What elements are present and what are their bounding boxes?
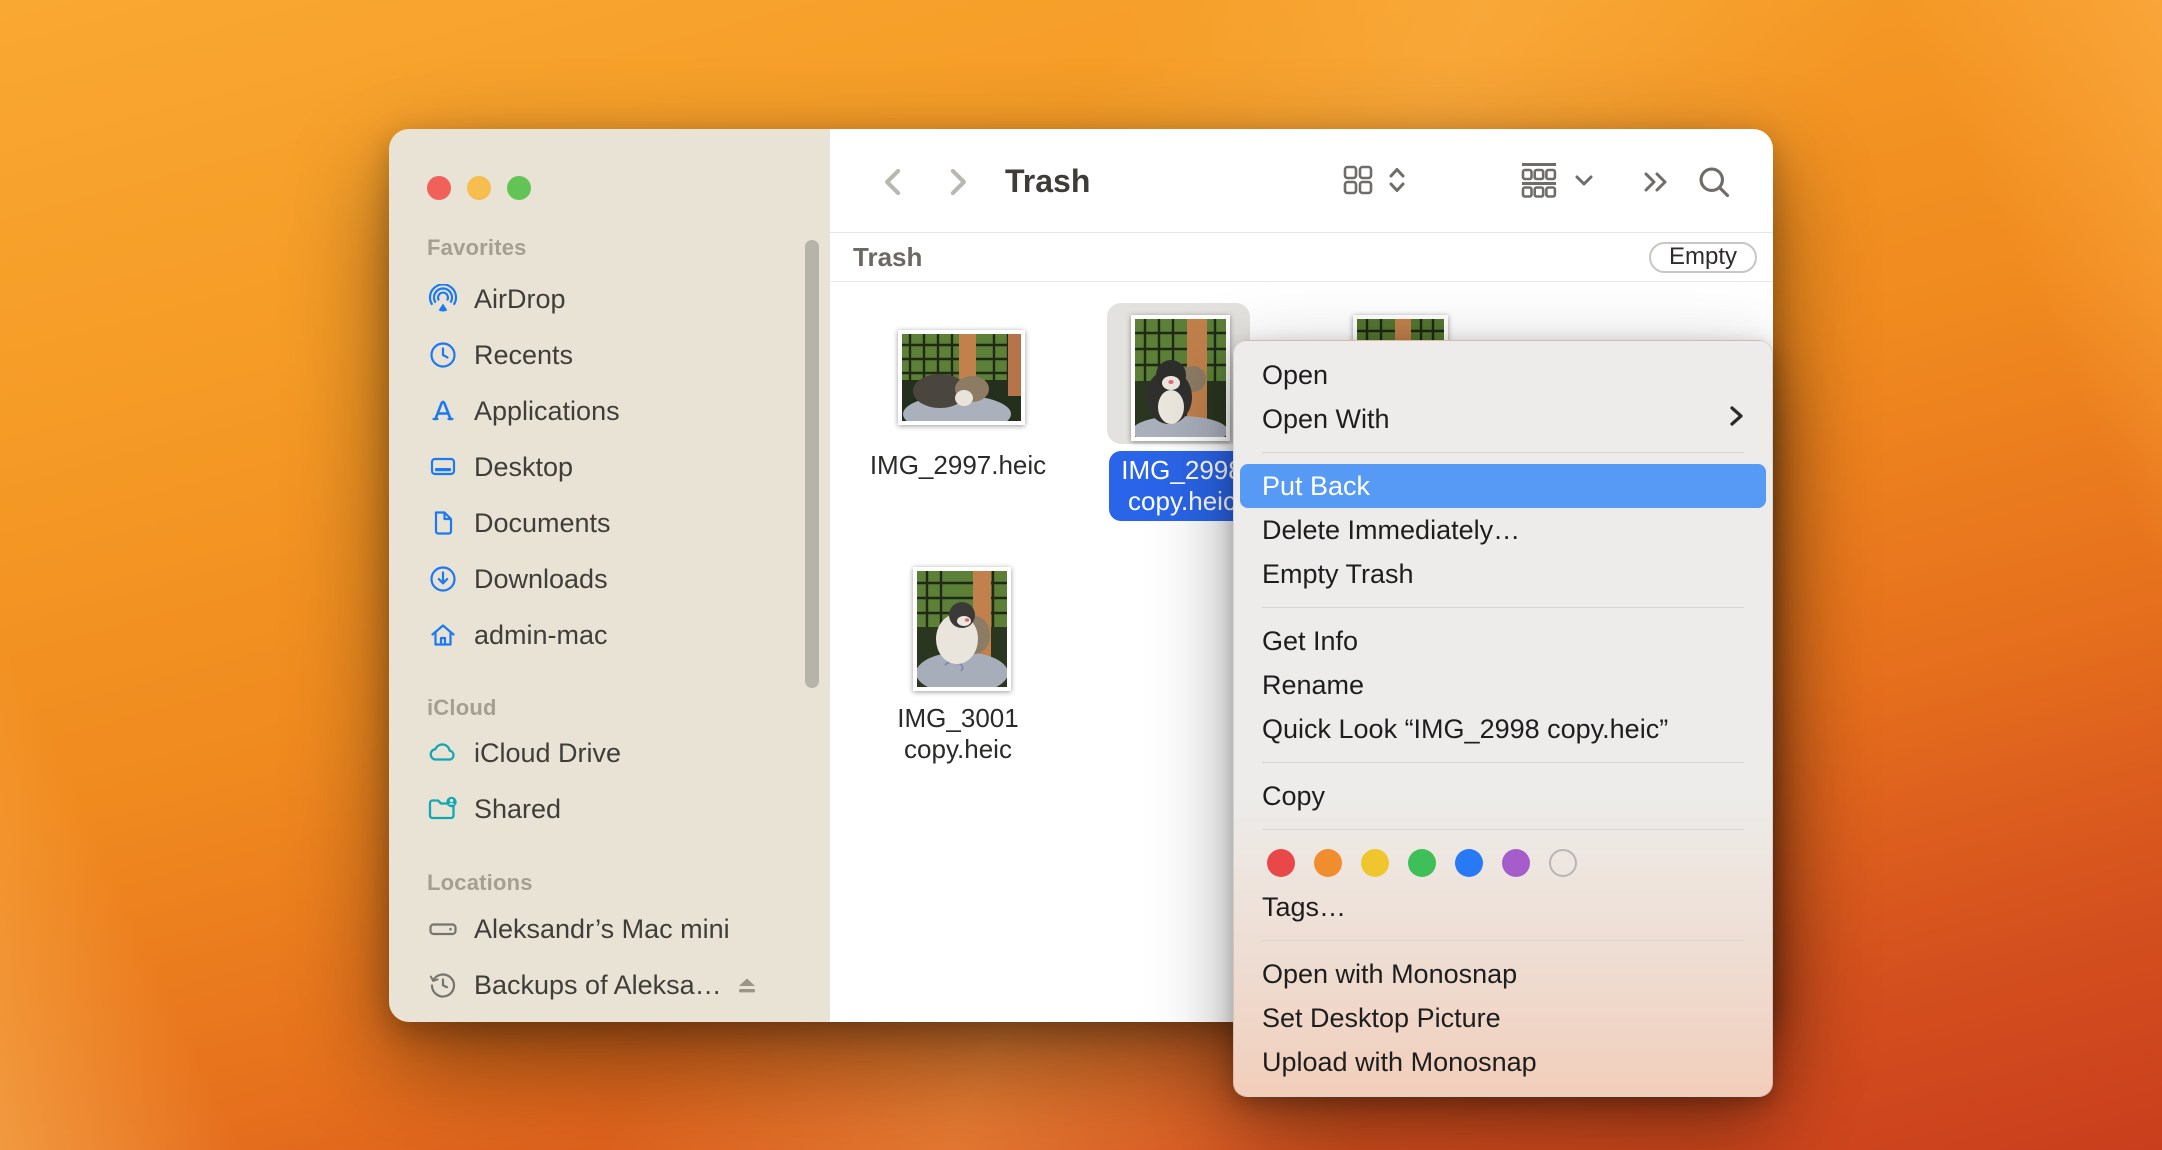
icloud-icon (427, 738, 459, 768)
file-label-line1: IMG_3001 (897, 703, 1019, 733)
tag-green-icon[interactable] (1408, 849, 1436, 877)
sidebar-section-locations: Locations (427, 870, 533, 895)
sidebar-item-applications[interactable]: Applications (389, 383, 830, 439)
sidebar-item-label: Desktop (474, 451, 574, 482)
menu-item-tags[interactable]: Tags… (1234, 885, 1772, 929)
chevron-down-icon (1573, 169, 1595, 196)
tag-purple-icon[interactable] (1502, 849, 1530, 877)
sidebar-item-label: Downloads (474, 563, 608, 594)
sidebar-item-label: AirDrop (474, 283, 566, 314)
menu-item-open-with-monosnap[interactable]: Open with Monosnap (1234, 952, 1772, 996)
group-by-control[interactable] (1518, 161, 1595, 204)
menu-separator (1262, 762, 1744, 763)
downloads-icon (427, 564, 459, 594)
menu-item-copy[interactable]: Copy (1234, 774, 1772, 818)
section-header: Trash Empty (830, 233, 1773, 282)
tag-color-row (1234, 841, 1772, 885)
menu-item-set-desktop-picture[interactable]: Set Desktop Picture (1234, 996, 1772, 1040)
sidebar-item-admin-mac[interactable]: admin-mac (389, 607, 830, 663)
menu-item-open[interactable]: Open (1234, 353, 1772, 397)
menu-item-delete-immediately[interactable]: Delete Immediately… (1234, 508, 1772, 552)
sidebar-item-label: Backups of Aleksa… (474, 969, 722, 1000)
view-mode-control[interactable] (1342, 163, 1407, 201)
sidebar-item-label: Documents (474, 507, 611, 538)
submenu-chevron-icon (1729, 397, 1744, 441)
file-thumbnail-img-2997[interactable] (898, 330, 1025, 425)
menu-separator (1262, 940, 1744, 941)
tag-orange-icon[interactable] (1314, 849, 1342, 877)
tag-none-icon[interactable] (1549, 849, 1577, 877)
file-thumbnail-img-2998-copy[interactable] (1131, 315, 1230, 441)
sidebar-scrollbar[interactable] (805, 240, 819, 688)
sidebar-item-recents[interactable]: Recents (389, 327, 830, 383)
menu-separator (1262, 829, 1744, 830)
group-by-icon (1518, 161, 1560, 204)
sidebar: Favorites AirDrop Recents Applications D… (389, 129, 830, 1022)
recents-clock-icon (427, 340, 459, 370)
menu-item-open-with[interactable]: Open With (1234, 397, 1772, 441)
backup-clock-icon (427, 970, 459, 1000)
sidebar-item-backups[interactable]: Backups of Aleksa… (389, 957, 830, 1013)
applications-icon (427, 396, 459, 426)
eject-icon[interactable] (732, 971, 762, 1006)
tag-blue-icon[interactable] (1455, 849, 1483, 877)
documents-icon (427, 508, 459, 538)
airdrop-icon (427, 284, 459, 314)
home-icon (427, 620, 459, 650)
sidebar-item-airdrop[interactable]: AirDrop (389, 271, 830, 327)
forward-button[interactable] (939, 163, 975, 201)
sidebar-item-desktop[interactable]: Desktop (389, 439, 830, 495)
sidebar-item-downloads[interactable]: Downloads (389, 551, 830, 607)
sidebar-item-label: iCloud Drive (474, 737, 622, 768)
back-button[interactable] (876, 163, 912, 201)
section-title: Trash (853, 241, 923, 272)
view-mode-stepper-icon (1387, 165, 1407, 200)
sidebar-item-label: Aleksandr’s Mac mini (474, 913, 730, 944)
more-toolbar-items-button[interactable] (1640, 163, 1672, 201)
sidebar-item-label: Shared (474, 793, 562, 824)
sidebar-item-shared[interactable]: Shared (389, 781, 830, 837)
menu-separator (1262, 452, 1744, 453)
tag-red-icon[interactable] (1267, 849, 1295, 877)
menu-separator (1262, 607, 1744, 608)
search-icon[interactable] (1696, 163, 1732, 201)
menu-item-put-back[interactable]: Put Back (1240, 464, 1766, 508)
desktop: Favorites AirDrop Recents Applications D… (0, 0, 2162, 1150)
menu-item-get-info[interactable]: Get Info (1234, 619, 1772, 663)
menu-item-rename[interactable]: Rename (1234, 663, 1772, 707)
menu-item-upload-with-monosnap[interactable]: Upload with Monosnap (1234, 1040, 1772, 1084)
mac-mini-icon (427, 914, 459, 944)
menu-item-empty-trash[interactable]: Empty Trash (1234, 552, 1772, 596)
shared-folder-icon (427, 794, 459, 824)
sidebar-item-documents[interactable]: Documents (389, 495, 830, 551)
file-label-img-2997[interactable]: IMG_2997.heic (830, 450, 1086, 481)
file-thumbnail-img-3001-copy[interactable] (913, 567, 1011, 691)
tag-yellow-icon[interactable] (1361, 849, 1389, 877)
desktop-icon (427, 452, 459, 482)
file-label-line2: copy.heic (904, 734, 1012, 764)
grid-view-icon (1342, 164, 1374, 201)
empty-trash-button[interactable]: Empty (1648, 241, 1757, 273)
sidebar-section-favorites: Favorites (427, 235, 527, 260)
file-label-img-3001-copy[interactable]: IMG_3001 copy.heic (830, 703, 1086, 765)
context-menu: Open Open With Put Back Delete Immediate… (1233, 340, 1773, 1097)
toolbar: Trash (830, 129, 1773, 233)
sidebar-section-icloud: iCloud (427, 695, 497, 720)
sidebar-item-label: Applications (474, 395, 620, 426)
window-title: Trash (1005, 162, 1091, 199)
sidebar-item-mac-mini[interactable]: Aleksandr’s Mac mini (389, 901, 830, 957)
sidebar-item-label: Recents (474, 339, 574, 370)
menu-item-quick-look[interactable]: Quick Look “IMG_2998 copy.heic” (1234, 707, 1772, 751)
sidebar-item-label: admin-mac (474, 619, 608, 650)
sidebar-item-icloud-drive[interactable]: iCloud Drive (389, 725, 830, 781)
